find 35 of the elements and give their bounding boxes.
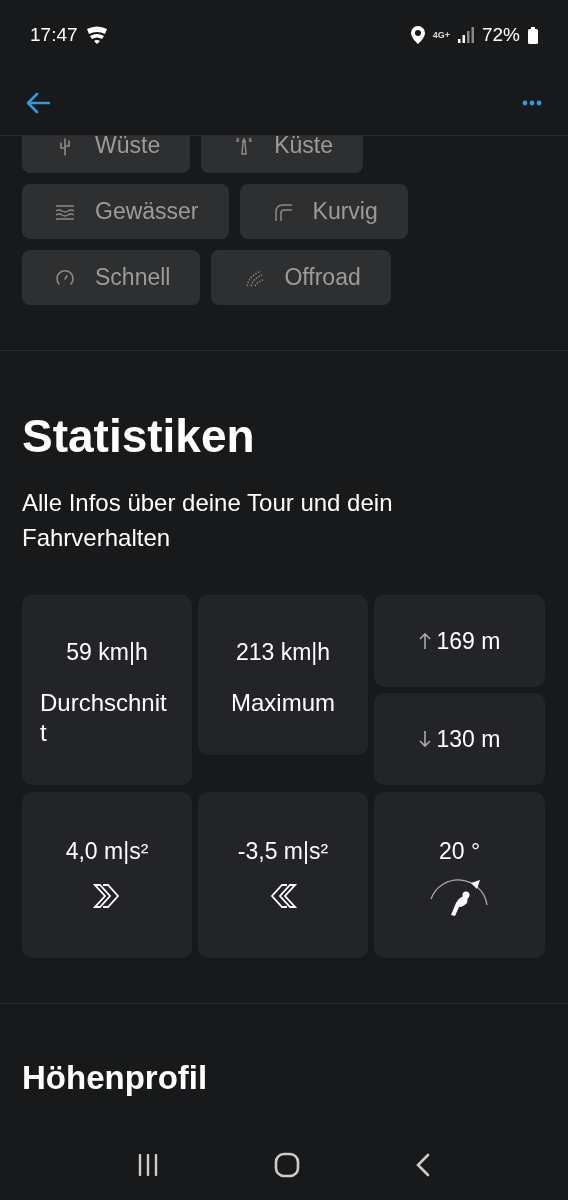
section-title: Höhenprofil (22, 1059, 209, 1097)
back-icon[interactable] (414, 1153, 431, 1177)
location-icon (410, 26, 425, 44)
section-subtitle: Alle Infos über deine Tour und dein Fahrverhalten (22, 488, 394, 553)
stat-value: 213 km|h (235, 639, 331, 666)
more-options-icon[interactable] (522, 99, 542, 106)
back-arrow-icon[interactable] (26, 91, 50, 114)
stat-label: Maximum (231, 688, 335, 718)
tag-chip[interactable]: Schnell (22, 250, 201, 305)
curved-road-icon (272, 201, 293, 222)
stat-label: Durchschnitt (40, 688, 168, 748)
ascent-value: 169 m (436, 627, 501, 655)
tag-chip[interactable]: Offroad (211, 250, 391, 305)
battery-icon (528, 26, 538, 44)
tag-chip[interactable]: Wüste (22, 136, 191, 173)
tag-chip[interactable]: Kurvig (239, 184, 408, 239)
dust-trail-icon (244, 267, 265, 288)
recent-apps-icon[interactable] (137, 1154, 160, 1176)
clock: 17:47 (30, 24, 78, 46)
section-title: Statistiken (22, 409, 256, 463)
signal-icon (457, 27, 474, 43)
home-icon[interactable] (274, 1152, 300, 1178)
tag-chip[interactable]: Gewässer (22, 184, 229, 239)
lighthouse-icon (234, 136, 255, 156)
stat-value: 59 km|h (66, 639, 148, 666)
down-arrow-icon (418, 730, 431, 748)
descent-value: 130 m (436, 725, 501, 753)
stat-value: 4,0 m|s² (65, 838, 149, 865)
battery-percent: 72% (481, 24, 520, 46)
speedometer-icon (55, 267, 75, 288)
tag-chip[interactable]: Küste (201, 136, 363, 173)
stat-value: -3,5 m|s² (237, 838, 329, 865)
network-type: 4G+ (432, 30, 450, 40)
lean-angle-value: 20 ° (438, 838, 481, 865)
up-arrow-icon (418, 632, 431, 650)
